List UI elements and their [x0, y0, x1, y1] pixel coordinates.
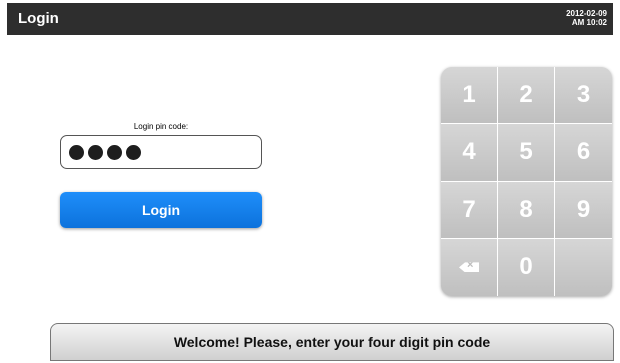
pin-input[interactable] [60, 135, 262, 169]
keypad-key-1[interactable]: 1 [441, 67, 498, 125]
clock: 2012-02-09 AM 10:02 [566, 9, 607, 27]
pin-label: Login pin code: [133, 122, 189, 131]
welcome-message: Welcome! Please, enter your four digit p… [50, 323, 614, 361]
keypad-key-0[interactable]: 0 [498, 238, 555, 296]
login-button[interactable]: Login [60, 192, 262, 228]
keypad-key-9[interactable]: 9 [555, 181, 612, 239]
clock-date: 2012-02-09 [566, 9, 607, 18]
page-title: Login [18, 10, 59, 27]
keypad-key-5[interactable]: 5 [498, 124, 555, 182]
keypad: 1 2 3 4 5 6 7 8 9 0 [441, 67, 612, 296]
pin-dot [126, 144, 141, 160]
keypad-key-6[interactable]: 6 [555, 124, 612, 182]
keypad-key-2[interactable]: 2 [498, 67, 555, 125]
pin-dot [69, 144, 84, 160]
title-bar: Login 2012-02-09 AM 10:02 [7, 3, 613, 35]
keypad-key-7[interactable]: 7 [441, 181, 498, 239]
keypad-key-empty [555, 238, 612, 296]
keypad-key-8[interactable]: 8 [498, 181, 555, 239]
pin-dot [88, 144, 103, 160]
keypad-key-4[interactable]: 4 [441, 124, 498, 182]
backspace-icon [459, 262, 479, 273]
pin-dot [107, 144, 122, 160]
clock-time: AM 10:02 [571, 18, 607, 27]
keypad-key-backspace[interactable] [441, 238, 498, 296]
keypad-key-3[interactable]: 3 [555, 67, 612, 125]
